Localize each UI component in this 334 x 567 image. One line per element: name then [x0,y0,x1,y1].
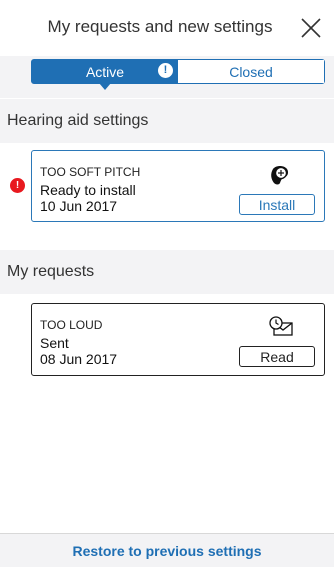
card-status: Ready to install [40,182,136,198]
card-title: TOO LOUD [40,318,103,332]
settings-alert-icon: ! [10,178,25,193]
page-title: My requests and new settings [47,17,273,36]
card-date: 08 Jun 2017 [40,351,118,367]
card-status: Sent [40,335,69,351]
tab-active[interactable]: Active [32,60,178,90]
close-button[interactable] [298,15,324,41]
close-icon [301,18,321,38]
tab-closed[interactable]: Closed [178,60,324,83]
restore-settings-link[interactable]: Restore to previous settings [0,543,334,559]
segmented-control: Active Closed [31,59,325,90]
section-hearing-aid-settings: Hearing aid settings [0,99,334,143]
card-date: 10 Jun 2017 [40,198,118,214]
top-bar: My requests and new settings [0,0,334,57]
tab-closed-label: Closed [229,63,273,80]
request-card[interactable]: TOO LOUD Sent 08 Jun 2017 Read [31,303,325,376]
footer-bar: Restore to previous settings [0,533,334,567]
tab-active-label: Active [85,63,125,80]
tab-pointer [99,83,111,90]
tab-alert-icon: ! [158,63,173,78]
envelope-clock-icon [268,316,294,343]
section-my-requests: My requests [0,250,334,294]
ear-sound-icon [268,163,292,192]
install-button[interactable]: Install [239,194,315,215]
read-button[interactable]: Read [239,346,315,367]
settings-card[interactable]: TOO SOFT PITCH Ready to install 10 Jun 2… [31,150,325,222]
card-title: TOO SOFT PITCH [40,165,141,179]
